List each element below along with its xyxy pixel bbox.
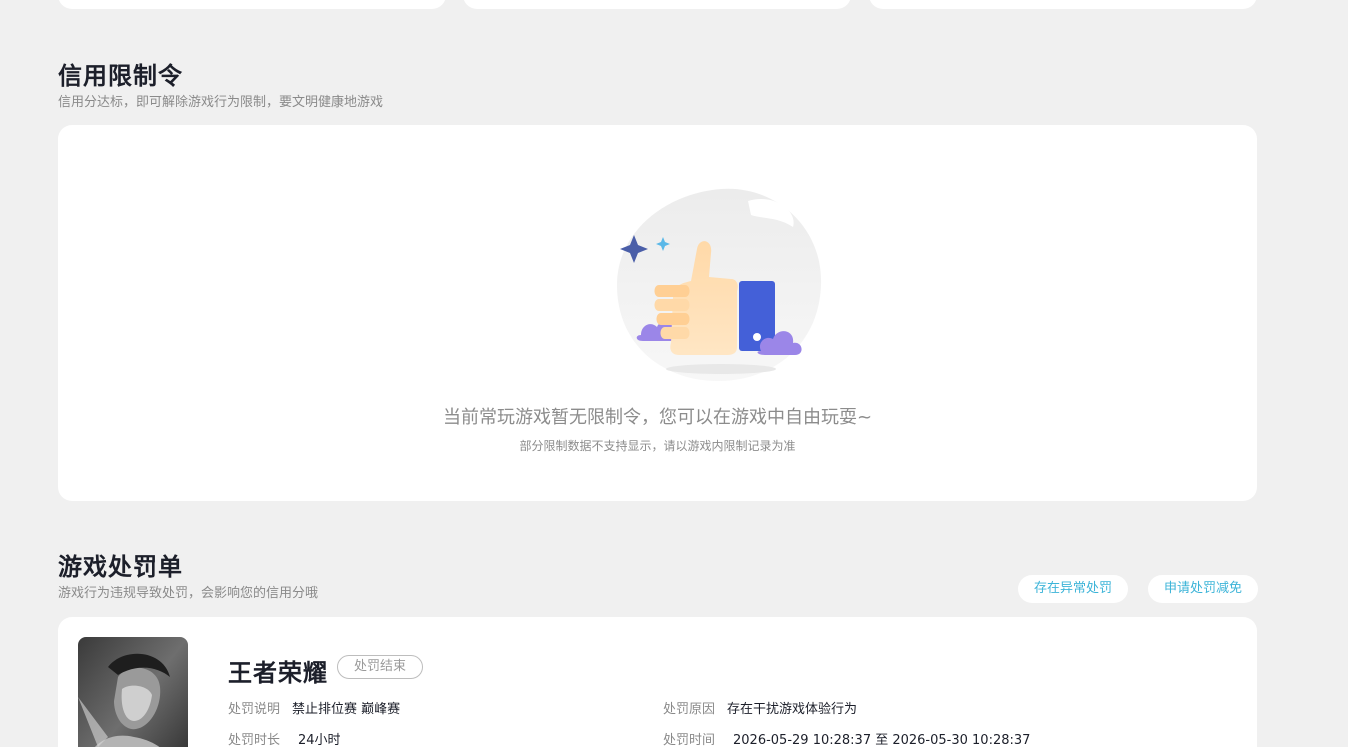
penalty-reason-row: 处罚原因 存在干扰游戏体验行为: [663, 698, 857, 717]
thumbs-up-illustration-icon: [613, 185, 828, 385]
penalty-duration-label: 处罚时长: [228, 733, 281, 747]
empty-state-note: 部分限制数据不支持显示，请以游戏内限制记录为准: [519, 439, 796, 453]
penalty-duration-value: 24小时: [298, 733, 341, 747]
penalty-subtitle: 游戏行为违规导致处罚，会影响您的信用分哦: [58, 586, 319, 601]
penalty-duration-row: 处罚时长 24小时: [228, 729, 341, 747]
credit-restriction-card: 当前常玩游戏暂无限制令，您可以在游戏中自由玩耍~ 部分限制数据不支持显示，请以游…: [58, 125, 1257, 501]
penalty-time-row: 处罚时间 2026-05-29 10:28:37 至 2026-05-30 10:…: [663, 729, 1030, 747]
penalty-record-card[interactable]: 王者荣耀 处罚结束 处罚说明 禁止排位赛 巅峰赛 处罚时长 24小时 处罚原因 存在干…: [58, 617, 1257, 747]
penalty-desc-row: 处罚说明 禁止排位赛 巅峰赛: [228, 698, 400, 717]
empty-state-message: 当前常玩游戏暂无限制令，您可以在游戏中自由玩耍~: [442, 407, 873, 428]
penalty-desc-label: 处罚说明: [228, 702, 281, 717]
status-badge: 处罚结束: [337, 655, 423, 679]
penalty-reason-label: 处罚原因: [663, 702, 716, 717]
credit-restriction-subtitle: 信用分达标，即可解除游戏行为限制，要文明健康地游戏: [58, 95, 384, 110]
reduce-penalty-button[interactable]: 申请处罚减免: [1148, 575, 1258, 603]
game-name: 王者荣耀: [228, 659, 328, 687]
game-cover-image: [78, 637, 188, 747]
abnormal-penalty-button[interactable]: 存在异常处罚: [1018, 575, 1128, 603]
penalty-title: 游戏处罚单: [58, 553, 183, 581]
credit-restriction-title: 信用限制令: [58, 62, 183, 90]
summary-card-3[interactable]: [869, 0, 1257, 9]
penalty-reason-value: 存在干扰游戏体验行为: [727, 702, 858, 717]
summary-card-1[interactable]: [58, 0, 446, 9]
penalty-desc-value: 禁止排位赛 巅峰赛: [292, 702, 401, 717]
penalty-time-value: 2026-05-29 10:28:37 至 2026-05-30 10:28:3…: [733, 733, 1031, 747]
penalty-time-label: 处罚时间: [663, 733, 716, 747]
page: 信用限制令 信用分达标，即可解除游戏行为限制，要文明健康地游戏 当前常玩游戏暂无…: [0, 0, 1348, 747]
summary-card-2[interactable]: [463, 0, 851, 9]
